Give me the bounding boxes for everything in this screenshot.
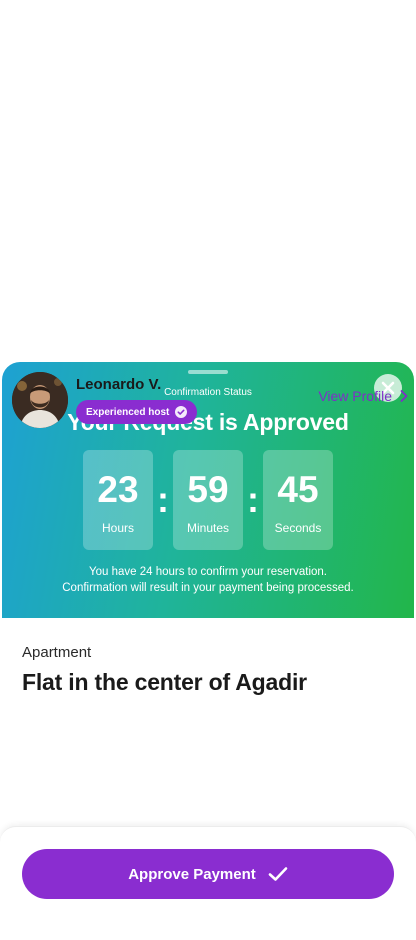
host-name: Leonardo V. (76, 376, 162, 393)
view-profile-label: View Profile (318, 388, 392, 404)
experienced-host-badge: Experienced host (76, 400, 198, 424)
page: Confirmation Status Your Request is Appr… (0, 0, 416, 940)
minutes-box: 59 Minutes (173, 450, 243, 550)
note-line-1: You have 24 hours to confirm your reserv… (88, 566, 327, 578)
confirmation-note: You have 24 hours to confirm your reserv… (2, 564, 414, 596)
verified-check-icon (175, 406, 188, 418)
listing-info: Apartment Flat in the center of Agadir (2, 618, 414, 696)
host-photo (12, 372, 68, 428)
seconds-box: 45 Seconds (263, 450, 333, 550)
checkmark-icon (268, 867, 288, 881)
separator: : (157, 479, 169, 520)
avatar[interactable] (12, 372, 68, 428)
minutes-label: Minutes (186, 521, 230, 535)
listing-category: Apartment (22, 644, 92, 661)
approve-payment-label: Approve Payment (128, 865, 256, 883)
approve-payment-button[interactable]: Approve Payment (22, 849, 394, 899)
chevron-right-icon (400, 390, 408, 402)
seconds-label: Seconds (274, 521, 322, 535)
hours-value: 23 (97, 469, 139, 510)
listing-title: Flat in the center of Agadir (22, 669, 307, 695)
seconds-value: 45 (277, 469, 319, 510)
view-profile-link[interactable]: View Profile (318, 388, 408, 404)
separator: : (247, 479, 259, 520)
hours-label: Hours (101, 521, 134, 535)
host-row: Leonardo V. Experienced host View Profil… (12, 372, 408, 428)
countdown-timer: 23 Hours : 59 Minutes : 45 Seconds (83, 450, 333, 550)
note-line-2: Confirmation will result in your payment… (62, 582, 354, 594)
badge-label: Experienced host (86, 406, 170, 418)
hours-box: 23 Hours (83, 450, 153, 550)
minutes-value: 59 (187, 469, 229, 510)
action-footer: Approve Payment (0, 826, 416, 940)
